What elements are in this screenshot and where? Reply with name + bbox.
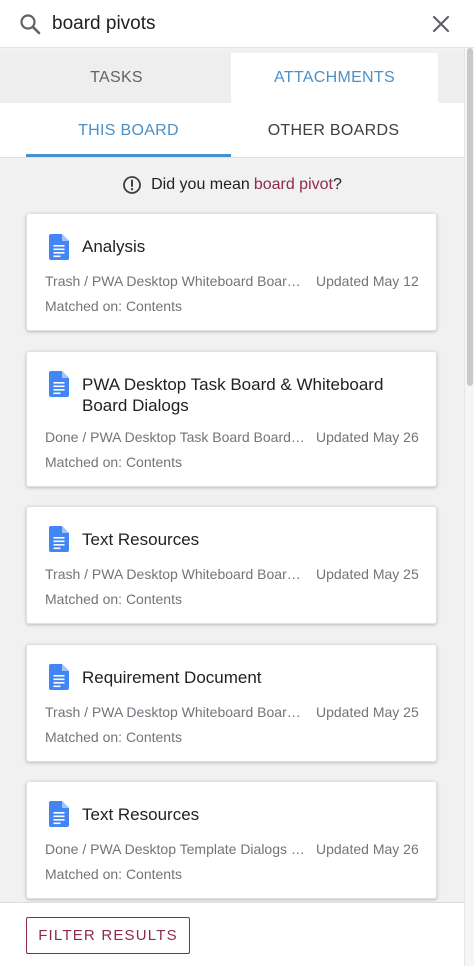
result-matched: Matched on: Contents <box>45 866 182 882</box>
result-matched: Matched on: Contents <box>45 591 182 607</box>
google-doc-icon <box>49 664 69 690</box>
tab-tasks[interactable]: TASKS <box>2 53 231 103</box>
scrollbar[interactable] <box>464 48 474 966</box>
result-card[interactable]: PWA Desktop Task Board & Whiteboard Boar… <box>26 351 437 487</box>
search-icon <box>20 14 41 35</box>
result-title: Requirement Document <box>82 668 262 687</box>
active-tab-indicator <box>26 154 231 157</box>
tab-attachments[interactable]: ATTACHMENTS <box>231 53 438 103</box>
filter-results-button[interactable]: FILTER RESULTS <box>26 917 190 954</box>
result-matched: Matched on: Contents <box>45 729 182 745</box>
scrollbar-thumb[interactable] <box>467 48 473 386</box>
result-card[interactable]: Text Resources Done / PWA Desktop Templa… <box>26 781 437 899</box>
google-doc-icon <box>49 371 69 397</box>
result-title: Text Resources <box>82 805 200 824</box>
result-card[interactable]: Text Resources Trash / PWA Desktop White… <box>26 506 437 624</box>
sub-tabs: THIS BOARD OTHER BOARDS <box>0 103 464 158</box>
tab-other-boards[interactable]: OTHER BOARDS <box>231 103 436 158</box>
result-card[interactable]: Requirement Document Trash / PWA Desktop… <box>26 644 437 762</box>
result-title: Text Resources <box>82 530 200 549</box>
result-card[interactable]: Analysis Trash / PWA Desktop Whiteboard … <box>26 213 437 331</box>
result-matched: Matched on: Contents <box>45 298 182 314</box>
spelling-suggestion: Did you mean board pivot ? <box>0 170 464 200</box>
footer: FILTER RESULTS <box>0 902 464 966</box>
result-updated: Updated May 12 <box>316 273 419 289</box>
result-title: PWA Desktop Task Board & Whiteboard Boar… <box>82 375 384 415</box>
result-title: Analysis <box>82 237 146 256</box>
result-updated: Updated May 25 <box>316 704 419 720</box>
result-updated: Updated May 26 <box>316 841 419 857</box>
google-doc-icon <box>49 234 69 260</box>
suggestion-link[interactable]: board pivot <box>254 176 333 194</box>
result-path: Trash / PWA Desktop Whiteboard Board Dia… <box>45 273 307 289</box>
suggestion-prefix: Did you mean <box>151 176 250 193</box>
result-path: Trash / PWA Desktop Whiteboard Board Dia… <box>45 704 307 720</box>
tab-this-board[interactable]: THIS BOARD <box>26 103 231 158</box>
google-doc-icon <box>49 526 69 552</box>
result-path: Done / PWA Desktop Template Dialogs [Tem… <box>45 841 307 857</box>
search-bar <box>0 0 474 48</box>
info-icon <box>123 176 141 194</box>
result-matched: Matched on: Contents <box>45 454 182 470</box>
google-doc-icon <box>49 801 69 827</box>
result-updated: Updated May 26 <box>316 429 419 445</box>
main-tabs: TASKS ATTACHMENTS <box>0 53 464 103</box>
result-path: Done / PWA Desktop Task Board Board Dial… <box>45 429 307 445</box>
result-updated: Updated May 25 <box>316 566 419 582</box>
close-icon[interactable] <box>429 12 453 36</box>
suggestion-suffix: ? <box>332 176 342 193</box>
result-path: Trash / PWA Desktop Whiteboard Board Dia… <box>45 566 307 582</box>
search-input[interactable] <box>52 10 412 38</box>
